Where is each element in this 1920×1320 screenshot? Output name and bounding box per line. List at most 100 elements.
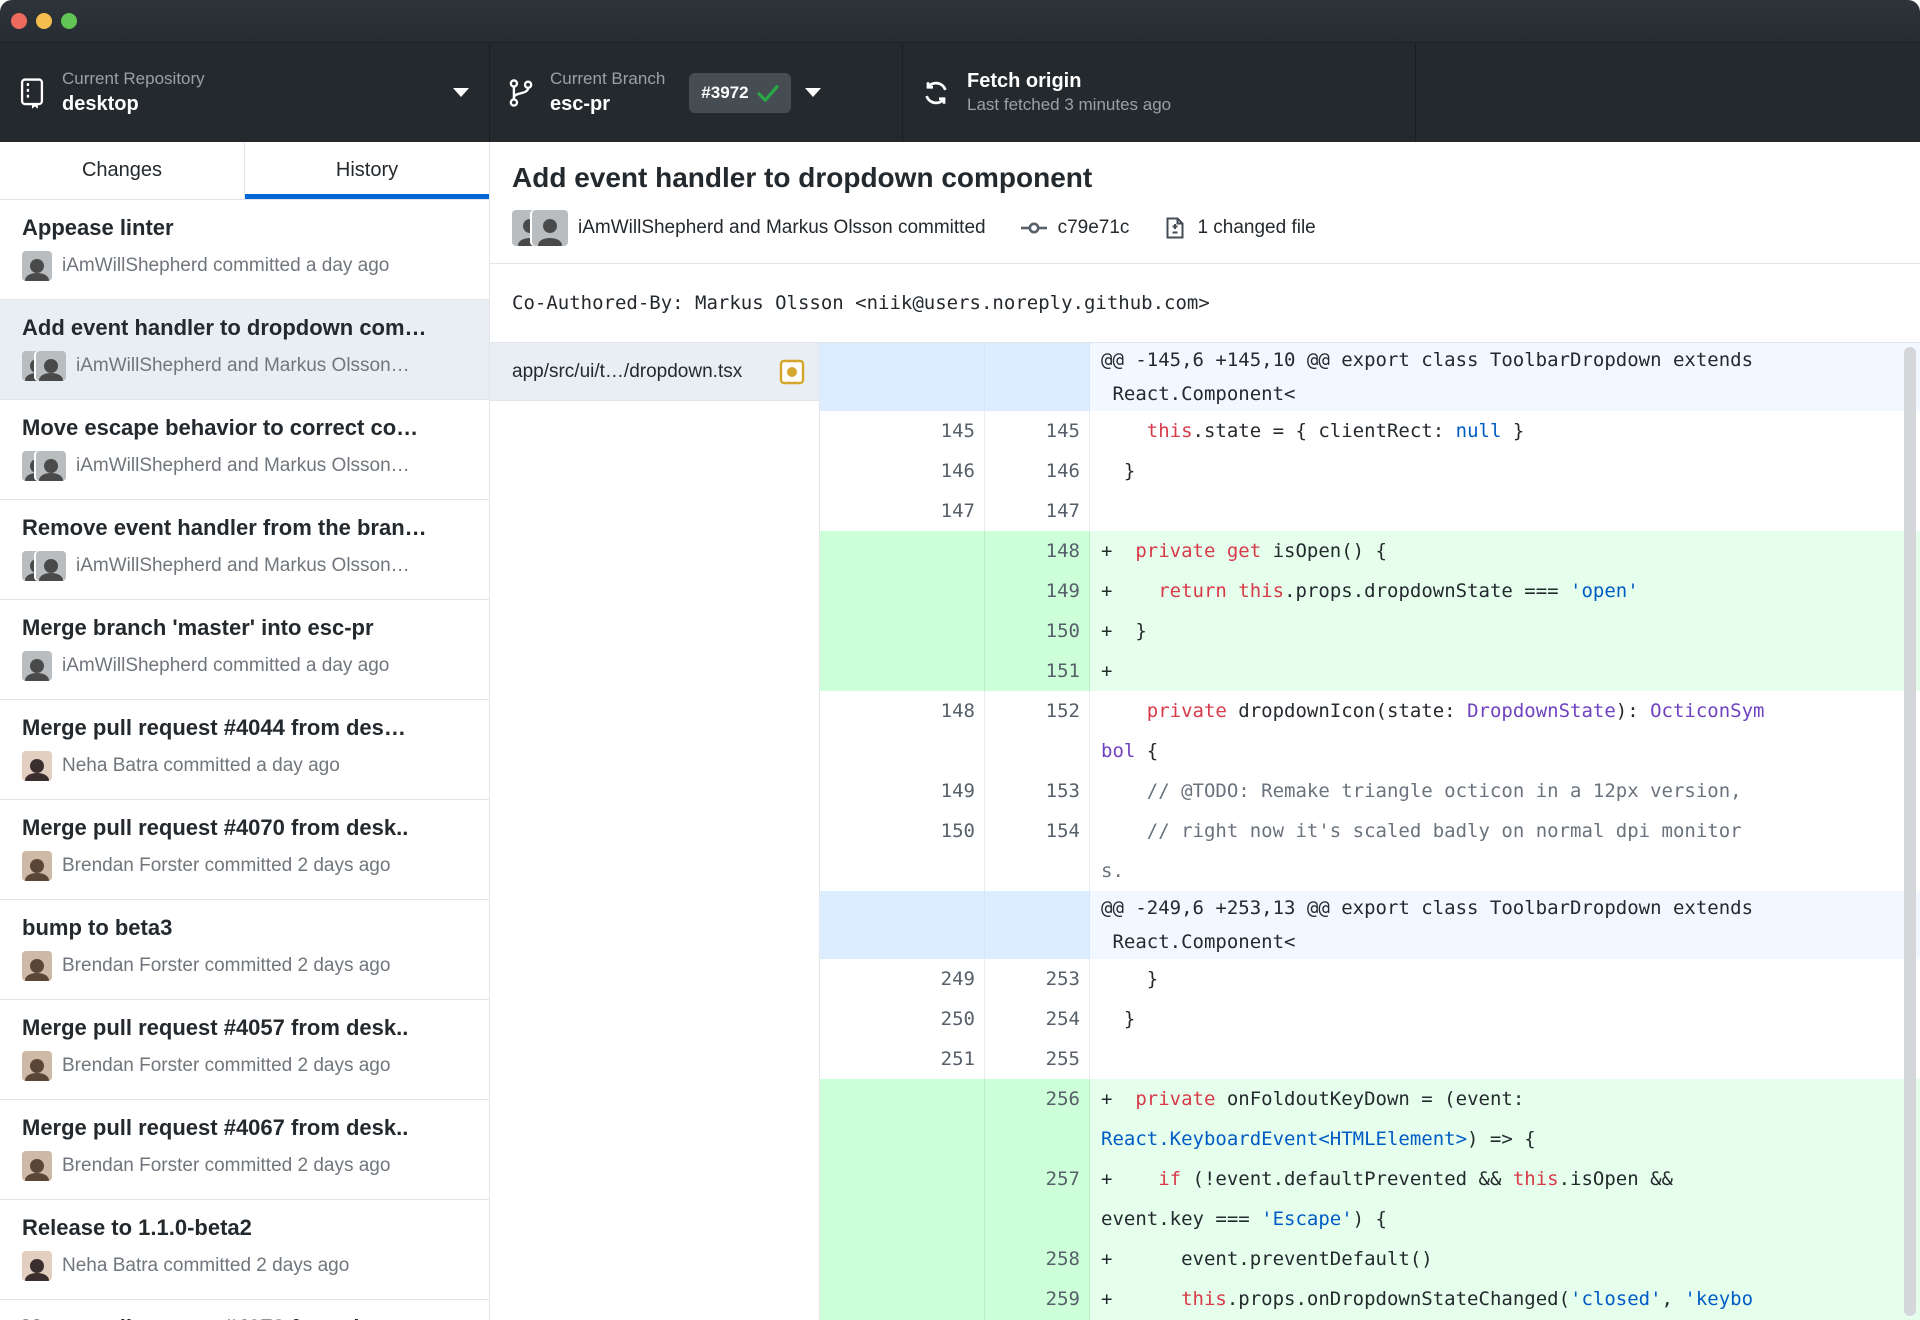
commit-title: Add event handler to dropdown component	[512, 162, 1093, 193]
commit-list: Appease linter iAmWillShepherd committed …	[0, 200, 489, 1320]
commit-list-item[interactable]: Release to 1.1.0-beta2 Neha Batra committ…	[0, 1200, 489, 1300]
commit-list-meta: Brendan Forster committed 2 days ago	[22, 851, 469, 881]
avatar	[22, 251, 52, 281]
avatar	[22, 851, 52, 881]
new-line-number: 147	[985, 491, 1090, 531]
modified-file-icon	[779, 359, 805, 385]
avatar	[22, 651, 52, 681]
old-line-number: 250	[820, 999, 985, 1039]
commit-list-item[interactable]: Merge branch 'master' into esc-pr iAmWill…	[0, 600, 489, 700]
new-line-number	[985, 891, 1090, 959]
tab-changes[interactable]: Changes	[0, 142, 245, 199]
new-line-number: 255	[985, 1039, 1090, 1079]
sidebar: Changes History Appease linter iAmWillShe…	[0, 142, 490, 1320]
commit-list-meta: Neha Batra committed a day ago	[22, 751, 469, 781]
commit-list-item[interactable]: Merge pull request #4067 from desk.. Bren…	[0, 1100, 489, 1200]
commit-list-item[interactable]: Remove event handler from the bran… iAmWi…	[0, 500, 489, 600]
sync-icon	[921, 78, 951, 108]
diff-code: }	[1101, 460, 1136, 482]
commit-list-meta: Brendan Forster committed 2 days ago	[22, 1051, 469, 1081]
diff-line: 149 153 // @TODO: Remake triangle octicon…	[820, 771, 1920, 811]
minimize-window-button[interactable]	[36, 13, 52, 29]
diff-line: 145 145 this.state = { clientRect: null }	[820, 411, 1920, 451]
commit-list-item[interactable]: Move escape behavior to correct co… iAmWi…	[0, 400, 489, 500]
old-line-number	[820, 571, 985, 611]
diff-line: 150 154 // right now it's scaled badly on…	[820, 811, 1920, 891]
diff-code: @@ -145,6 +145,10 @@ export class Toolba…	[1101, 349, 1754, 405]
commit-list-title: Merge branch 'master' into esc-pr	[22, 615, 374, 640]
commit-list-item[interactable]: Add event handler to dropdown com… iAmWil…	[0, 300, 489, 400]
diff-code: @@ -249,6 +253,13 @@ export class Toolba…	[1101, 897, 1754, 953]
avatar-stack	[22, 251, 52, 281]
new-line-number: 256	[985, 1079, 1090, 1159]
diff-line: 257 + if (!event.defaultPrevented && this…	[820, 1159, 1920, 1239]
diff-line: 150 + }	[820, 611, 1920, 651]
commit-list-meta: Brendan Forster committed 2 days ago	[22, 951, 469, 981]
commit-list-title: Merge pull request #4044 from des…	[22, 715, 406, 740]
commit-list-item[interactable]: bump to beta3 Brendan Forster committed 2…	[0, 900, 489, 1000]
commit-list-title: Merge pull request #4072 from des…	[22, 1315, 469, 1320]
commit-list-item[interactable]: Appease linter iAmWillShepherd committed …	[0, 200, 489, 300]
avatar-stack	[22, 1251, 52, 1281]
commit-list-item[interactable]: Merge pull request #4057 from desk.. Bren…	[0, 1000, 489, 1100]
repository-switcher-button[interactable]: Current Repository desktop	[0, 43, 490, 142]
fetch-title: Fetch origin	[967, 70, 1082, 93]
avatar	[22, 1051, 52, 1081]
sidebar-tabs: Changes History	[0, 142, 489, 200]
avatar	[532, 210, 568, 246]
commit-authors: iAmWillShepherd and Markus Olsson commit…	[578, 217, 986, 238]
old-line-number: 148	[820, 691, 985, 771]
diff-line: 146 146 }	[820, 451, 1920, 491]
commit-list-item[interactable]: Merge pull request #4044 from des… Neha B…	[0, 700, 489, 800]
diff-code: // @TODO: Remake triangle octicon in a 1…	[1146, 780, 1742, 802]
new-line-number: 253	[985, 959, 1090, 999]
branch-switcher-button[interactable]: Current Branch esc-pr #3972	[490, 43, 903, 142]
diff-scrollbar[interactable]	[1904, 347, 1916, 1316]
diff-code: // right now it's scaled badly on normal…	[1101, 820, 1742, 882]
diff-line: 148 + private get isOpen() {	[820, 531, 1920, 571]
old-line-number	[820, 1279, 985, 1320]
zoom-window-button[interactable]	[61, 13, 77, 29]
pr-badge: #3972	[689, 72, 791, 113]
commit-header: Add event handler to dropdown component …	[490, 142, 1920, 263]
file-list-item[interactable]: app/src/ui/t…/dropdown.tsx	[490, 343, 819, 401]
commit-list-title: Appease linter	[22, 215, 174, 240]
new-line-number: 153	[985, 771, 1090, 811]
old-line-number: 249	[820, 959, 985, 999]
avatar-stack	[22, 751, 52, 781]
repo-name: desktop	[62, 92, 139, 115]
avatar	[22, 1251, 52, 1281]
commit-list-item[interactable]: Merge pull request #4072 from des…	[0, 1300, 489, 1320]
diff-code: private dropdownIcon(state: DropdownStat…	[1101, 700, 1765, 762]
file-path: app/src/ui/t…/dropdown.tsx	[512, 360, 743, 382]
repo-label: Current Repository	[62, 69, 205, 89]
diff-code: + private get isOpen() {	[1101, 540, 1388, 562]
traffic-lights	[11, 13, 77, 29]
avatar	[36, 351, 66, 381]
diff-code: + return this.props.dropdownState === 'o…	[1101, 580, 1639, 602]
close-window-button[interactable]	[11, 13, 27, 29]
old-line-number: 251	[820, 1039, 985, 1079]
commit-list-item[interactable]: Merge pull request #4070 from desk.. Bren…	[0, 800, 489, 900]
old-line-number	[820, 1079, 985, 1159]
diff-code: + if (!event.defaultPrevented && this.is…	[1101, 1168, 1673, 1230]
new-line-number: 145	[985, 411, 1090, 451]
diff-code: + private onFoldoutKeyDown = (event: Reac…	[1101, 1088, 1536, 1150]
commit-avatars	[512, 210, 568, 246]
commit-icon	[1020, 218, 1048, 238]
commit-list-title: Merge pull request #4067 from desk..	[22, 1115, 409, 1140]
commit-list-meta: iAmWillShepherd committed a day ago	[22, 251, 469, 281]
diff-hunk-header: @@ -249,6 +253,13 @@ export class Toolba…	[820, 891, 1920, 959]
pr-number: #3972	[701, 82, 749, 102]
old-line-number: 150	[820, 811, 985, 891]
commit-list-meta: Brendan Forster committed 2 days ago	[22, 1151, 469, 1181]
fetch-origin-button[interactable]: Fetch origin Last fetched 3 minutes ago	[903, 43, 1416, 142]
commit-description: Co-Authored-By: Markus Olsson <niik@user…	[490, 263, 1920, 342]
old-line-number	[820, 651, 985, 691]
commit-sha[interactable]: c79e71c	[1058, 217, 1130, 239]
old-line-number	[820, 343, 985, 411]
new-line-number: 257	[985, 1159, 1090, 1239]
new-line-number: 150	[985, 611, 1090, 651]
tab-history[interactable]: History	[245, 142, 489, 199]
old-line-number	[820, 891, 985, 959]
